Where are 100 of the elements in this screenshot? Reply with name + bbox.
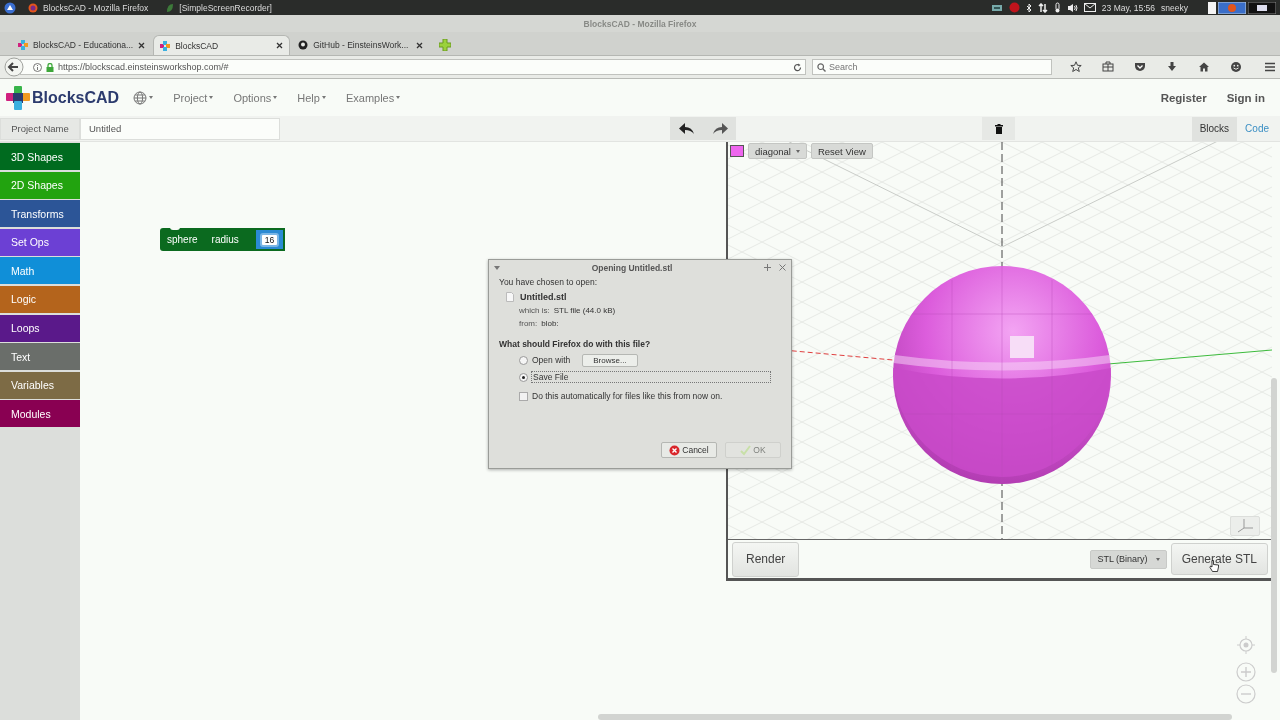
scrollbar[interactable] <box>1271 378 1277 673</box>
radio-button[interactable] <box>519 372 528 382</box>
transfer-icon[interactable] <box>1037 2 1048 13</box>
radio-button[interactable] <box>519 355 528 365</box>
language-button[interactable] <box>133 90 154 105</box>
close-icon[interactable] <box>416 41 424 49</box>
menu-button[interactable]: Examples <box>345 87 401 108</box>
browser-icon <box>28 2 38 13</box>
sphere-block[interactable]: sphere radius 16 <box>160 228 286 251</box>
dialog-button[interactable]: Cancel <box>661 442 717 458</box>
view-tab[interactable]: Blocks <box>1191 116 1238 141</box>
field-value: blob: <box>541 319 559 328</box>
redo-icon <box>711 122 728 135</box>
network-icon <box>990 2 1003 13</box>
format-dropdown[interactable]: STL (Binary) <box>1090 549 1167 569</box>
dialog-text: You have chosen to open: <box>499 277 598 287</box>
browser-tab[interactable]: GitHub - EinsteinsWork... <box>292 35 430 55</box>
menu-button[interactable]: Project <box>173 87 214 108</box>
workspace-icon[interactable] <box>1248 1 1276 14</box>
back-icon[interactable] <box>4 57 24 77</box>
download-icon[interactable] <box>1166 61 1178 73</box>
browser-tab[interactable]: BlocksCAD <box>153 35 291 55</box>
search-icon <box>817 63 826 72</box>
file-name: Untitled.stl <box>520 292 567 302</box>
blockscad-logo-icon <box>6 85 30 110</box>
field-label: Project Name <box>0 117 80 140</box>
field-value: STL file (44.0 kB) <box>553 306 616 315</box>
category-button[interactable]: Variables <box>0 371 80 399</box>
checkbox-label[interactable]: Do this automatically for files like this from now on. <box>532 391 723 401</box>
smiley-icon[interactable] <box>1230 61 1242 73</box>
menu-button[interactable]: Help <box>297 87 326 108</box>
category-button[interactable]: Logic <box>0 285 80 313</box>
recorder-icon <box>166 2 175 13</box>
volume-icon[interactable] <box>1066 2 1078 13</box>
taskbar-task[interactable]: BlocksCAD - Mozilla Firefox <box>22 2 155 13</box>
menu-button[interactable]: Options <box>233 87 278 108</box>
field-label: which is: <box>519 306 550 315</box>
category-button[interactable]: Loops <box>0 314 80 342</box>
dialog-question: What should Firefox do with this file? <box>499 339 652 349</box>
block-label: radius <box>211 234 239 245</box>
window-menu-icon[interactable] <box>494 265 500 270</box>
block-label: sphere <box>167 234 198 245</box>
account-link[interactable]: Register <box>1160 91 1207 104</box>
category-button[interactable]: 3D Shapes <box>0 143 80 170</box>
category-button[interactable]: Transforms <box>0 200 80 228</box>
close-icon[interactable] <box>276 42 284 49</box>
scrollbar[interactable] <box>598 714 1232 720</box>
home-icon[interactable] <box>1198 61 1210 73</box>
globe-icon <box>133 90 148 105</box>
checkbox[interactable] <box>519 391 528 401</box>
number-field[interactable]: 16 <box>259 232 280 247</box>
bluetooth-icon[interactable] <box>1025 2 1032 13</box>
taskbar-task[interactable]: [SimpleScreenRecorder] <box>160 2 278 13</box>
delete-button[interactable] <box>982 117 1016 140</box>
github-icon <box>298 40 309 50</box>
brand-name: BlocksCAD <box>32 88 120 107</box>
generate-stl-button[interactable]: Generate STL <box>1170 543 1268 575</box>
lock-icon[interactable] <box>46 62 54 72</box>
category-button[interactable]: Text <box>0 343 80 371</box>
browse-button[interactable]: Browse... <box>582 353 638 367</box>
menu-icon[interactable] <box>1264 61 1276 73</box>
bookmark-star-icon[interactable] <box>1070 61 1082 73</box>
dialog-title: Opening Untitled.stl <box>590 262 674 273</box>
blocks-logo-icon <box>18 40 28 50</box>
axes-icon <box>1237 519 1253 533</box>
reload-icon[interactable] <box>793 62 802 72</box>
window-title: BlocksCAD - Mozilla Firefox <box>583 18 697 29</box>
check-icon <box>740 444 752 456</box>
category-button[interactable]: Modules <box>0 400 80 428</box>
url-text[interactable]: https://blockscad.einsteinsworkshop.com/# <box>58 62 789 72</box>
project-name-field[interactable]: Untitled <box>80 117 280 140</box>
address-bar[interactable]: https://blockscad.einsteinsworkshop.com/# <box>20 59 806 75</box>
search-field[interactable]: Search <box>812 59 1052 75</box>
workspace-icon[interactable] <box>1208 1 1216 14</box>
trash-icon <box>994 123 1003 134</box>
pocket-icon[interactable] <box>1134 61 1146 73</box>
reading-list-icon[interactable] <box>1102 61 1114 73</box>
browser-tab[interactable]: BlocksCAD - Educationa... <box>12 35 152 55</box>
account-link[interactable]: Sign in <box>1226 91 1265 104</box>
close-icon[interactable] <box>138 41 146 49</box>
reset-view-button[interactable]: Reset View <box>810 143 873 159</box>
field-label: from: <box>519 319 538 328</box>
category-button[interactable]: Math <box>0 257 80 285</box>
view-dropdown[interactable]: diagonal <box>748 143 807 159</box>
cancel-icon <box>669 444 681 456</box>
thermometer-icon[interactable] <box>1053 2 1061 13</box>
user-name: sneeky <box>1161 2 1188 13</box>
option-label[interactable]: Open with <box>531 355 572 365</box>
info-icon[interactable] <box>33 62 42 72</box>
maximize-icon[interactable] <box>764 264 771 271</box>
option-label[interactable]: Save File <box>531 371 771 383</box>
launcher-icon[interactable] <box>4 1 16 14</box>
blocks-logo-icon <box>160 40 171 51</box>
undo-icon <box>678 122 695 135</box>
category-button[interactable]: Set Ops <box>0 228 80 256</box>
color-swatch[interactable] <box>730 145 744 157</box>
render-button[interactable]: Render <box>732 541 800 577</box>
mail-icon[interactable] <box>1083 3 1096 12</box>
clock-text: 23 May, 15:56 <box>1101 2 1156 13</box>
file-icon <box>506 292 514 302</box>
